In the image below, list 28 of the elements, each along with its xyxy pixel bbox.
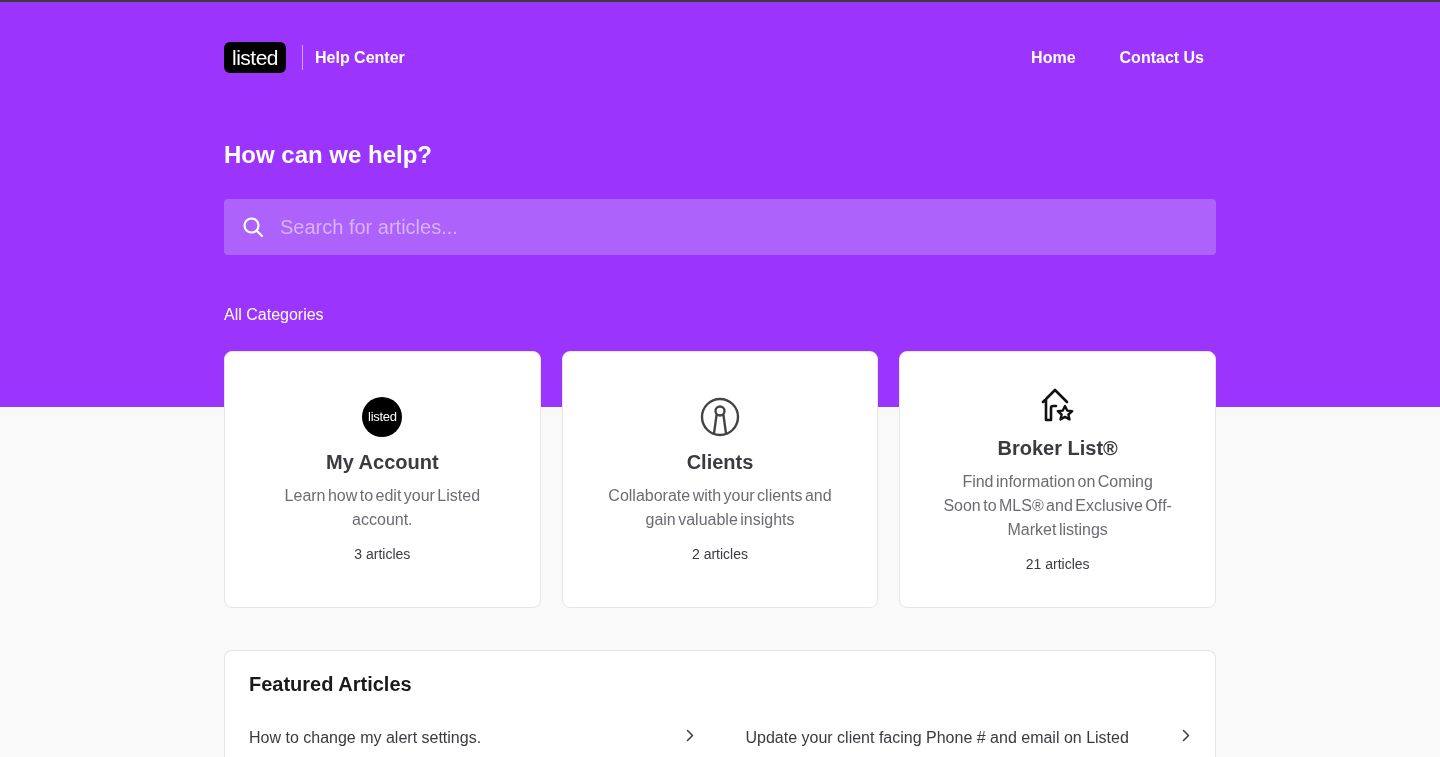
article-count: 3 articles <box>354 544 411 563</box>
card-title: My Account <box>326 449 439 474</box>
category-card[interactable]: Clients Collaborate with your clients and gain valuable insights 2 articles <box>561 351 879 608</box>
article-count: 21 articles <box>1025 554 1090 573</box>
chevron-right-icon <box>1182 728 1190 742</box>
logo: listed <box>362 396 403 437</box>
site-title: Help Center <box>315 48 405 67</box>
card-title: Clients <box>686 449 754 474</box>
search-icon <box>243 217 263 237</box>
article-link[interactable]: How to change my alert settings. <box>249 728 695 748</box>
article-link[interactable]: Update your client facing Phone # and email on Listed <box>745 728 1191 748</box>
featured-heading: Featured Articles <box>249 672 413 696</box>
category-card[interactable]: listed My Account Learn how to edit your Listed account. 3 articles <box>224 351 541 608</box>
chevron-right-icon <box>685 728 694 742</box>
house-star-icon <box>1039 386 1076 423</box>
card-description: Collaborate with your clients and gain valuable insights <box>607 485 833 530</box>
card-description: Learn how to edit your Listed account. <box>283 485 482 530</box>
nav-link[interactable]: Contact Us <box>1107 44 1216 71</box>
logo[interactable]: listed <box>224 42 286 73</box>
card-title: Broker List® <box>997 435 1118 460</box>
person-icon <box>700 396 740 437</box>
card-description: Find information on Coming Soon to MLS® and Exclusive Off-Market listings <box>942 471 1173 540</box>
article-count: 2 articles <box>691 544 748 563</box>
hero-heading: How can we help? <box>224 140 434 170</box>
section-heading: All Categories <box>224 305 325 325</box>
search-field[interactable]: Search for articles... <box>224 199 1216 255</box>
nav-link[interactable]: Home <box>1019 44 1088 71</box>
category-card[interactable]: Broker List® Find information on Coming Soon to MLS® and Exclusive Off-Market listings 21 articles <box>899 351 1216 608</box>
